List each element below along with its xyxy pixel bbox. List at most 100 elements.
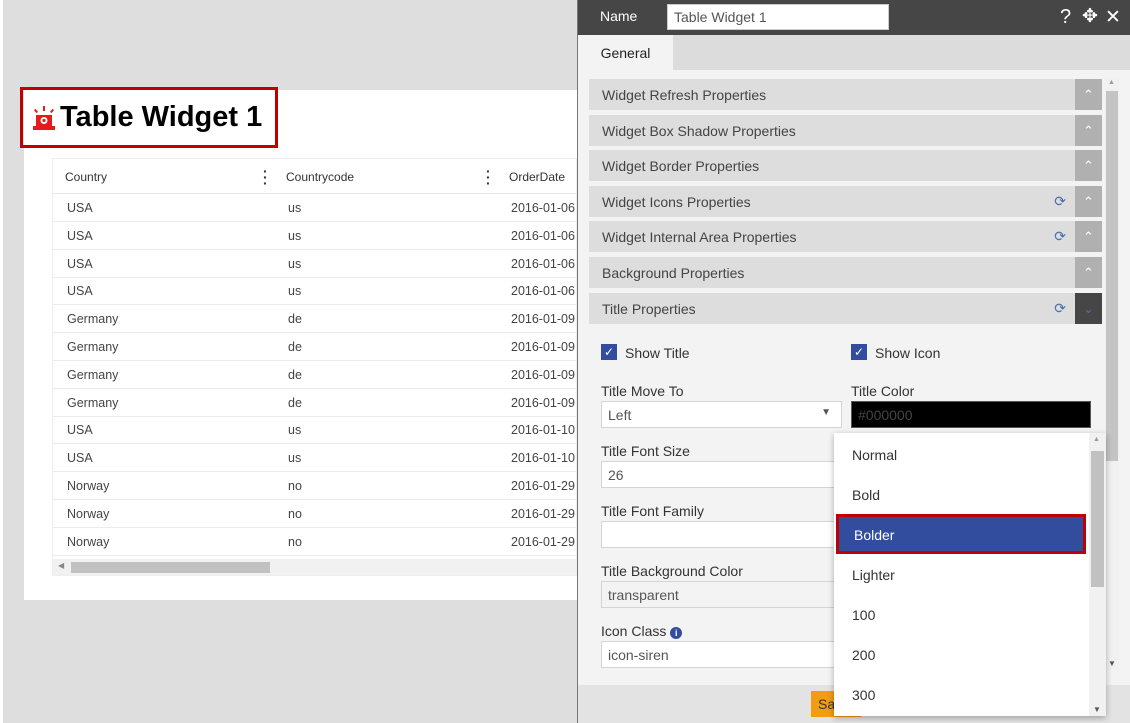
help-icon[interactable]: ?: [1060, 6, 1071, 29]
col-header-orderdate[interactable]: OrderDate: [509, 170, 565, 184]
font-size-input[interactable]: 26: [601, 461, 842, 488]
table-row[interactable]: Norway no 2016-01-29: [53, 472, 576, 500]
section-header[interactable]: Background Properties ⌃: [589, 257, 1102, 288]
table-row[interactable]: USA us 2016-01-06: [53, 277, 576, 306]
table-row[interactable]: USA us 2016-01-06: [53, 194, 576, 222]
dropdown-scrollbar[interactable]: ▲ ▼: [1089, 433, 1106, 716]
chevron-up-icon[interactable]: ⌃: [1075, 257, 1102, 288]
font-family-label: Title Font Family: [601, 503, 704, 519]
font-size-label: Title Font Size: [601, 443, 690, 459]
table-cell: 2016-01-10: [511, 451, 575, 466]
show-icon-label: Show Icon: [875, 345, 941, 361]
chevron-up-icon[interactable]: ⌃: [1075, 185, 1102, 217]
chevron-up-icon[interactable]: ⌃: [1075, 79, 1102, 110]
table-row[interactable]: Norway no 2016-01-29: [53, 500, 576, 528]
col-header-countrycode[interactable]: Countrycode: [286, 170, 354, 184]
table-cell: us: [288, 284, 302, 299]
table-cell: us: [288, 228, 302, 243]
section-title: Widget Box Shadow Properties: [602, 122, 796, 139]
horizontal-scrollbar[interactable]: ◀: [53, 559, 576, 575]
info-icon[interactable]: i: [670, 627, 683, 639]
title-move-label: Title Move To: [601, 383, 684, 399]
tab-general[interactable]: General: [578, 35, 673, 70]
title-color-input[interactable]: #000000: [851, 401, 1091, 428]
table-cell: us: [288, 256, 302, 271]
table-row[interactable]: USA us 2016-01-06: [53, 250, 576, 278]
siren-icon: [33, 105, 55, 130]
icon-class-text: Icon Class: [601, 623, 667, 639]
icon-class-label: Icon Class i: [601, 623, 683, 639]
section-title: Widget Refresh Properties: [602, 87, 767, 103]
section-header[interactable]: Widget Icons Properties ⟳ ⌃: [589, 185, 1102, 217]
title-color-label: Title Color: [851, 383, 915, 399]
refresh-icon[interactable]: ⟳: [1054, 228, 1066, 245]
table-row[interactable]: USA us 2016-01-10: [53, 416, 576, 445]
table-cell: Germany: [67, 312, 119, 327]
dropdown-option[interactable]: Normal: [834, 434, 1089, 474]
table-row[interactable]: Germany de 2016-01-09: [53, 305, 576, 334]
section-title: Widget Icons Properties: [602, 193, 751, 210]
table-cell: 2016-01-06: [511, 284, 575, 299]
table-cell: us: [288, 201, 302, 215]
icon-class-input[interactable]: icon-siren: [601, 641, 842, 668]
col-header-country[interactable]: Country: [65, 170, 107, 184]
font-weight-dropdown[interactable]: Normal Bold Bolder Lighter 100 200 300 ▲ ▼: [834, 433, 1106, 716]
section-header[interactable]: Widget Border Properties ⌃: [589, 150, 1102, 182]
column-menu-icon[interactable]: · · ·: [263, 164, 268, 190]
dropdown-option[interactable]: 300: [834, 674, 1089, 714]
chevron-up-icon[interactable]: ⌃: [1075, 150, 1102, 182]
table-row[interactable]: USA us 2016-01-10: [53, 444, 576, 473]
section-header[interactable]: Widget Internal Area Properties ⟳ ⌃: [589, 221, 1102, 253]
table-cell: Germany: [67, 367, 119, 382]
section-header[interactable]: Widget Box Shadow Properties ⌃: [589, 114, 1102, 146]
section-header[interactable]: Title Properties ⟳ ⌄: [589, 292, 1102, 324]
table-row[interactable]: Norway no 2016-01-29: [53, 528, 576, 556]
table-cell: 2016-01-09: [511, 340, 575, 354]
refresh-icon[interactable]: ⟳: [1054, 193, 1066, 210]
chevron-up-icon[interactable]: ⌃: [1075, 221, 1102, 253]
table-row[interactable]: Germany de 2016-01-09: [53, 389, 576, 417]
move-icon[interactable]: ✥: [1082, 5, 1098, 28]
table-cell: USA: [67, 423, 93, 438]
show-icon-checkbox[interactable]: ✓: [851, 344, 867, 360]
dropdown-option[interactable]: 200: [834, 634, 1089, 674]
page-edge: [0, 0, 3, 723]
show-title-checkbox[interactable]: ✓: [601, 344, 617, 360]
table-cell: de: [288, 367, 302, 382]
dropdown-option[interactable]: 100: [834, 594, 1089, 634]
font-family-input[interactable]: [601, 521, 842, 548]
dropdown-option[interactable]: Bold: [834, 474, 1089, 514]
section-header[interactable]: Widget Refresh Properties ⌃: [589, 79, 1102, 110]
table-cell: USA: [67, 228, 93, 243]
table-cell: de: [288, 340, 302, 354]
scrollbar-thumb[interactable]: [1091, 451, 1104, 587]
widget-title-text: Table Widget 1: [60, 101, 263, 133]
data-table: Country · · · Countrycode · · · OrderDate US…: [52, 158, 577, 576]
refresh-icon[interactable]: ⟳: [1054, 300, 1066, 317]
name-input[interactable]: [667, 4, 889, 30]
table-cell: no: [288, 479, 302, 493]
scrollbar-thumb[interactable]: [1106, 91, 1118, 461]
table-cell: us: [288, 451, 302, 466]
column-menu-icon[interactable]: · · ·: [486, 164, 491, 190]
table-cell: us: [288, 423, 302, 438]
table-row[interactable]: Germany de 2016-01-09: [53, 361, 576, 389]
close-icon[interactable]: ✕: [1105, 6, 1121, 29]
table-cell: Norway: [67, 479, 110, 493]
bg-color-input[interactable]: transparent: [601, 581, 842, 608]
title-move-value: Left: [608, 407, 632, 423]
dropdown-option[interactable]: Bolder: [836, 514, 1086, 554]
dropdown-option[interactable]: Lighter: [834, 554, 1089, 594]
table-cell: 2016-01-29: [511, 479, 575, 493]
table-cell: Norway: [67, 506, 110, 521]
section-title: Background Properties: [602, 265, 745, 281]
table-cell: de: [288, 312, 302, 327]
chevron-up-icon[interactable]: ⌃: [1075, 114, 1102, 146]
scrollbar-thumb[interactable]: [71, 562, 270, 573]
table-row[interactable]: Germany de 2016-01-09: [53, 333, 576, 361]
chevron-down-icon[interactable]: ⌄: [1075, 292, 1102, 324]
widget-title: Table Widget 1: [20, 87, 278, 148]
vertical-scrollbar[interactable]: ▲ ▼: [1105, 77, 1119, 670]
title-move-select[interactable]: Left ▼: [601, 401, 842, 428]
table-row[interactable]: USA us 2016-01-06: [53, 222, 576, 250]
